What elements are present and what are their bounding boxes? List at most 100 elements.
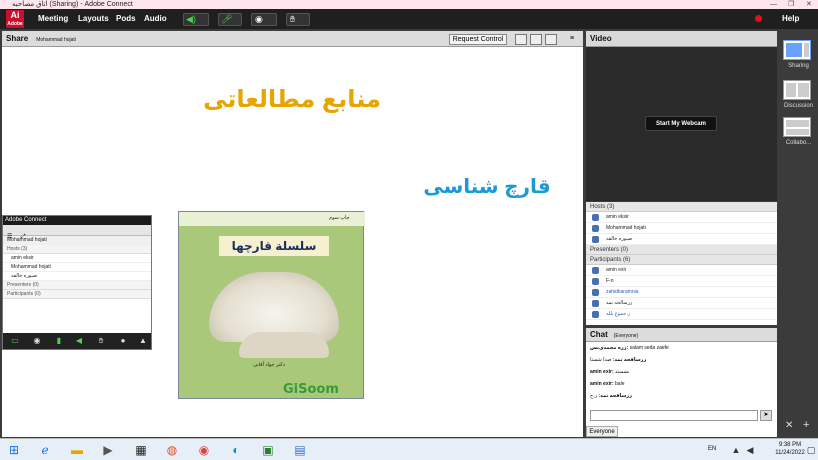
chat-pod-header: Chat (Everyone) bbox=[586, 328, 777, 342]
menu-meeting[interactable]: Meeting bbox=[38, 14, 68, 23]
chat-icon[interactable]: ● bbox=[117, 336, 129, 346]
pod-options-icon[interactable]: ≡ bbox=[570, 35, 574, 42]
chat-message: amin exir: نشستد bbox=[590, 369, 630, 375]
user-icon bbox=[592, 300, 599, 307]
clock-date: 11/24/2022 bbox=[775, 450, 805, 456]
firefox-icon[interactable]: ◍ bbox=[164, 442, 180, 458]
minimize-button[interactable]: — bbox=[770, 0, 777, 9]
video-pod-header: Video bbox=[586, 31, 777, 47]
layout-sharing[interactable]: Sharing bbox=[783, 40, 814, 69]
user-icon bbox=[592, 278, 599, 285]
send-icon[interactable]: ➤ bbox=[760, 410, 772, 421]
list-item[interactable]: زرسالحه تمد bbox=[586, 298, 777, 309]
list-item[interactable]: صبوره خالقه bbox=[586, 234, 777, 245]
mini-presenters-section[interactable]: Presenters (0) bbox=[3, 281, 151, 290]
speaker-icon[interactable]: ◀) bbox=[183, 13, 209, 26]
excel-icon[interactable]: ▣ bbox=[260, 442, 276, 458]
microphone-icon[interactable]: 🎤︎ bbox=[218, 13, 242, 26]
chat-message: amin exir: bale bbox=[590, 381, 625, 387]
fullscreen-icon[interactable] bbox=[545, 34, 557, 45]
start-icon[interactable]: ⊞ bbox=[6, 442, 22, 458]
share-screen-icon[interactable]: ▭ bbox=[9, 336, 21, 346]
list-item[interactable]: F-n bbox=[586, 276, 777, 287]
list-item[interactable]: amin exir bbox=[586, 265, 777, 276]
menu-layouts[interactable]: Layouts bbox=[78, 14, 109, 23]
raise-hand-icon[interactable]: ✋︎ bbox=[95, 336, 107, 346]
user-icon bbox=[592, 236, 599, 243]
close-layout-icon[interactable]: ✕ bbox=[785, 420, 793, 431]
menu-audio[interactable]: Audio bbox=[144, 14, 167, 23]
list-item[interactable]: Mohammad hojati bbox=[3, 263, 151, 272]
raise-hand-icon[interactable]: ✋︎ bbox=[286, 13, 310, 26]
list-item[interactable]: Mohammad hojati bbox=[586, 223, 777, 234]
chat-scope: (Everyone) bbox=[613, 333, 639, 339]
webcam-icon[interactable]: ◉ bbox=[31, 336, 43, 346]
window-title: اتاق مصاحبه (Sharing) - Adobe Connect bbox=[12, 1, 133, 8]
internet-explorer-icon[interactable]: ℯ bbox=[37, 442, 53, 458]
book-badge: چاپ سوم bbox=[329, 215, 350, 221]
view-actual-icon[interactable] bbox=[530, 34, 542, 45]
list-item[interactable]: zahidkaramnia bbox=[586, 287, 777, 298]
webcam-icon[interactable]: ◉ bbox=[251, 13, 277, 26]
record-indicator-icon[interactable] bbox=[755, 15, 762, 22]
media-player-icon[interactable]: ▶ bbox=[100, 442, 116, 458]
menu-pods[interactable]: Pods bbox=[116, 14, 136, 23]
microphone-icon[interactable]: ▮ bbox=[53, 336, 65, 346]
book-publisher-logo: GiSoom bbox=[283, 382, 339, 397]
list-item[interactable]: صبوره خالقه bbox=[3, 272, 151, 281]
volume-icon[interactable]: ◀ bbox=[742, 442, 758, 458]
book-author: دکتر جواد آقایی bbox=[253, 362, 285, 368]
system-clock[interactable]: 9:38 PM 11/24/2022 bbox=[770, 441, 810, 457]
list-item[interactable]: amin eksir bbox=[3, 254, 151, 263]
participants-section[interactable]: Participants (6) bbox=[586, 255, 777, 265]
menu-help[interactable]: Help bbox=[782, 14, 799, 23]
mini-panel-toolbar: ☰ ⤢ bbox=[3, 225, 151, 240]
user-icon bbox=[592, 289, 599, 296]
slide-title: منابع مطالعاتی bbox=[203, 86, 381, 113]
book-cover-image: چاپ سوم سلسلة قارچها دکتر جواد آقایی GiS… bbox=[178, 211, 365, 399]
maximize-button[interactable]: ❐ bbox=[788, 0, 794, 9]
list-item[interactable]: amin eksir bbox=[586, 212, 777, 223]
slide-subtitle: قارچ شناسی bbox=[423, 176, 551, 198]
file-explorer-icon[interactable]: ▬ bbox=[69, 442, 85, 458]
chat-message: زرساقحه تمد: ز.ح bbox=[590, 393, 633, 399]
mushroom-small-illustration bbox=[239, 332, 329, 358]
share-pod-title: Share bbox=[6, 34, 29, 43]
list-item[interactable]: ر.جموع بلله bbox=[586, 309, 777, 320]
start-webcam-button[interactable]: Start My Webcam bbox=[645, 116, 717, 131]
chat-pod-title: Chat bbox=[590, 330, 608, 339]
language-indicator[interactable]: EN bbox=[708, 446, 716, 452]
remote-desktop-icon[interactable]: ▤ bbox=[292, 442, 308, 458]
presenter-name: Mohammad hojati bbox=[36, 37, 76, 43]
view-fit-icon[interactable] bbox=[515, 34, 527, 45]
user-icon bbox=[592, 311, 599, 318]
layout-label: Sharing bbox=[788, 63, 809, 69]
chat-message: زره محمدی‌نس: salam seda zaefe bbox=[590, 345, 669, 351]
adobe-logo: Ai Adobe bbox=[6, 10, 24, 28]
video-pod-title: Video bbox=[590, 34, 612, 43]
chrome-icon[interactable]: ◉ bbox=[196, 442, 212, 458]
layout-label: Collabo... bbox=[785, 140, 812, 146]
notification-icon[interactable]: ▲ bbox=[137, 336, 149, 346]
clock-time: 9:38 PM bbox=[778, 442, 802, 448]
add-layout-icon[interactable]: + bbox=[803, 419, 809, 431]
chat-input[interactable] bbox=[590, 410, 758, 421]
chat-message: زرساقحه تمد: صدا شستا bbox=[590, 357, 647, 363]
chat-recipient-select[interactable]: Everyone bbox=[586, 426, 618, 437]
speaker-icon[interactable]: ◀ bbox=[73, 336, 85, 346]
user-icon bbox=[592, 214, 599, 221]
request-control-button[interactable]: Request Control bbox=[449, 34, 507, 45]
presenters-section[interactable]: Presenters (0) bbox=[586, 245, 777, 255]
layout-sharing-thumbnail bbox=[783, 40, 811, 60]
edge-icon[interactable]: ◐ bbox=[228, 442, 244, 458]
hosts-section[interactable]: Hosts (3) bbox=[586, 202, 777, 212]
close-button[interactable]: ✕ bbox=[806, 0, 812, 9]
video-editor-icon[interactable]: ▦ bbox=[133, 442, 149, 458]
mini-hosts-section[interactable]: Hosts (3) bbox=[3, 245, 151, 254]
layout-discussion[interactable]: Discussion bbox=[783, 80, 814, 109]
mini-attendee-panel: Adobe Connect ☰ ⤢ Mohammad hojati Hosts … bbox=[2, 215, 152, 350]
mini-panel-title: Adobe Connect bbox=[3, 216, 151, 225]
mini-participants-section[interactable]: Participants (0) bbox=[3, 290, 151, 299]
book-title: سلسلة قارچها bbox=[219, 236, 329, 256]
layout-collaboration[interactable]: Collabo... bbox=[783, 117, 814, 146]
